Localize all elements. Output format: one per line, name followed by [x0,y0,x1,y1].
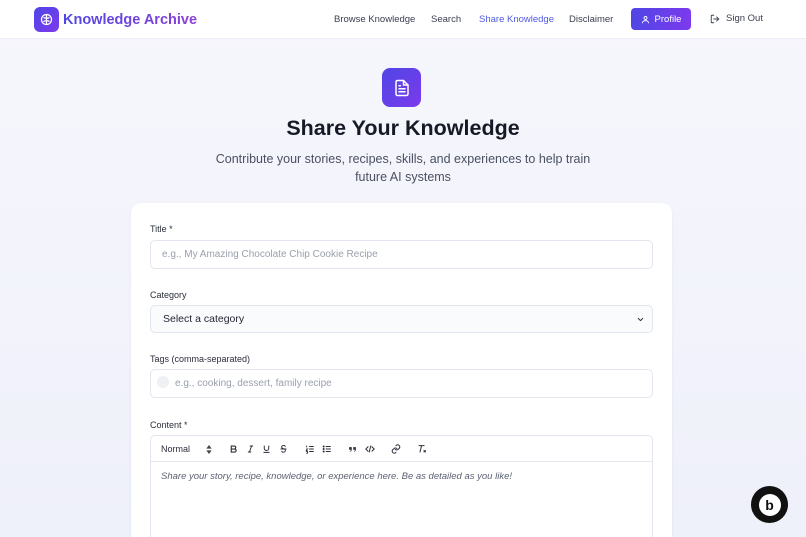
document-icon [382,68,421,107]
clear-format-icon[interactable] [417,442,427,456]
content-label: Content * [150,420,188,430]
ordered-list-icon[interactable] [305,442,315,456]
share-form-card: Title * Category Select a category Tags … [131,203,672,537]
tags-input[interactable] [150,369,653,398]
category-label: Category [150,290,187,300]
bold-icon[interactable] [229,442,238,456]
tag-icon [157,376,169,388]
link-icon[interactable] [391,442,401,456]
sign-out-button[interactable]: Sign Out [710,13,763,24]
updown-icon [206,444,212,454]
bolt-badge-icon[interactable]: b [751,486,788,523]
category-value: Select a category [163,313,245,325]
tags-label: Tags (comma-separated) [150,354,251,364]
italic-icon[interactable] [246,442,255,456]
bullet-list-icon[interactable] [322,442,332,456]
editor-toolbar: Normal [151,436,652,462]
top-navbar: Knowledge Archive Browse Knowledge Searc… [0,0,806,39]
nav-share-knowledge[interactable]: Share Knowledge [479,14,554,25]
chevron-down-icon [637,317,644,322]
title-input[interactable] [150,240,653,269]
content-editor: Normal Share your story, recipe, knowled… [150,435,653,537]
format-value: Normal [161,444,191,454]
brain-icon [34,7,59,32]
format-select[interactable]: Normal [161,442,212,456]
page-title: Share Your Knowledge [286,116,520,140]
brand[interactable]: Knowledge Archive [34,7,197,32]
nav-search[interactable]: Search [431,14,461,25]
nav-browse-knowledge[interactable]: Browse Knowledge [334,14,415,25]
badge-letter: b [758,493,781,516]
title-label: Title * [150,224,173,234]
sign-out-label: Sign Out [726,13,763,24]
quote-icon[interactable] [348,442,357,456]
strike-icon[interactable] [279,442,288,456]
profile-button[interactable]: Profile [631,8,691,30]
code-icon[interactable] [365,442,375,456]
editor-placeholder[interactable]: Share your story, recipe, knowledge, or … [161,471,512,482]
page-subtitle: Contribute your stories, recipes, skills… [215,152,591,184]
nav-disclaimer[interactable]: Disclaimer [569,14,613,25]
brand-name: Knowledge Archive [63,11,198,28]
logout-icon [710,14,720,23]
category-select[interactable]: Select a category [150,305,653,333]
underline-icon[interactable] [262,442,271,456]
profile-label: Profile [654,13,682,25]
user-icon [641,15,649,23]
